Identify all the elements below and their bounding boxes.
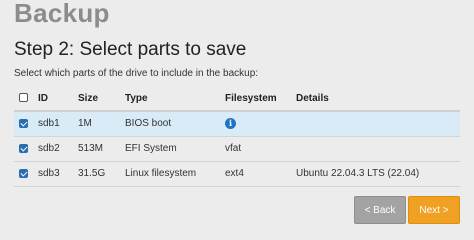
cell-filesystem: ext4 xyxy=(225,161,296,187)
partitions-table: ID Size Type Filesystem Details sdb1 1M … xyxy=(14,86,460,187)
column-header-details: Details xyxy=(296,86,460,112)
app-title: Backup xyxy=(14,0,110,28)
cell-type: EFI System xyxy=(125,136,225,162)
row-checkbox[interactable] xyxy=(19,119,28,129)
cell-size: 31.5G xyxy=(78,161,125,187)
cell-type: BIOS boot xyxy=(125,111,225,137)
cell-size: 1M xyxy=(78,111,125,137)
table-row[interactable]: sdb3 31.5G Linux filesystem ext4 Ubuntu … xyxy=(14,161,460,187)
select-all-checkbox[interactable] xyxy=(19,93,28,103)
column-header-filesystem: Filesystem xyxy=(225,86,296,112)
column-header-type: Type xyxy=(125,86,225,112)
row-checkbox-cell xyxy=(14,136,38,162)
back-button[interactable]: < Back xyxy=(354,196,406,224)
cell-id: sdb3 xyxy=(38,161,78,187)
cell-details xyxy=(296,136,460,162)
step-title: Step 2: Select parts to save xyxy=(14,39,247,60)
row-checkbox-cell xyxy=(14,111,38,137)
cell-type: Linux filesystem xyxy=(125,161,225,187)
select-all-cell xyxy=(14,86,38,112)
cell-details xyxy=(296,111,460,137)
cell-details: Ubuntu 22.04.3 LTS (22.04) xyxy=(296,161,460,187)
row-checkbox[interactable] xyxy=(19,143,28,153)
info-icon[interactable]: i xyxy=(225,118,236,130)
table-row[interactable]: sdb1 1M BIOS boot i xyxy=(14,111,460,137)
next-button[interactable]: Next > xyxy=(408,196,460,224)
row-checkbox[interactable] xyxy=(19,168,28,178)
cell-size: 513M xyxy=(78,136,125,162)
cell-filesystem: vfat xyxy=(225,136,296,162)
column-header-id: ID xyxy=(38,86,78,112)
cell-id: sdb2 xyxy=(38,136,78,162)
column-header-size: Size xyxy=(78,86,125,112)
cell-filesystem: i xyxy=(225,111,296,137)
table-header-row: ID Size Type Filesystem Details xyxy=(14,86,460,112)
cell-id: sdb1 xyxy=(38,111,78,137)
table-row[interactable]: sdb2 513M EFI System vfat xyxy=(14,136,460,162)
row-checkbox-cell xyxy=(14,161,38,187)
instructions-text: Select which parts of the drive to inclu… xyxy=(14,68,259,79)
